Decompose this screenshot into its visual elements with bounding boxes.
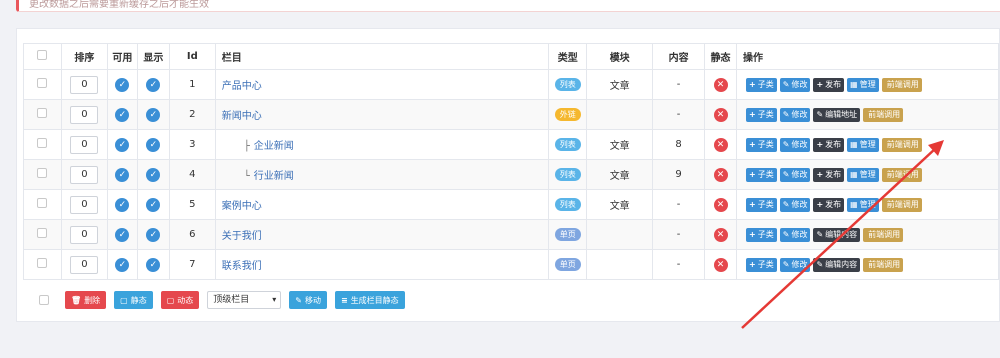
- annotation-arrow: [741, 140, 944, 329]
- arrow-shaft: [741, 147, 937, 329]
